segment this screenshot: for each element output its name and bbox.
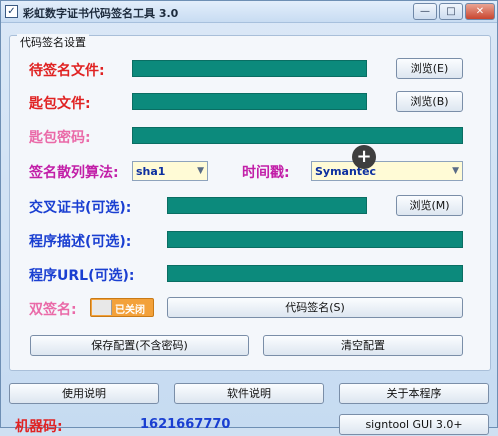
timestamp-select[interactable]: Symantec ▼ [311,161,463,181]
usage-button[interactable]: 使用说明 [9,383,159,404]
browse-cert-button[interactable]: 浏览(M) [396,195,463,216]
app-checkbox-icon: ✓ [5,5,18,18]
window-title: 彩虹数字证书代码签名工具 3.0 [23,7,179,20]
clear-config-button[interactable]: 清空配置 [263,335,463,356]
group-title: 代码签名设置 [17,34,89,50]
pending-file-input[interactable] [132,60,367,77]
cross-cert-label: 交叉证书(可选): [29,200,132,216]
toggle-state: 已关闭 [115,305,145,316]
key-file-input[interactable] [132,93,367,110]
browse-file-button[interactable]: 浏览(E) [396,58,463,79]
pending-file-label: 待签名文件: [29,63,105,79]
hash-algorithm-value: sha1 [136,165,166,178]
software-info-button[interactable]: 软件说明 [174,383,324,404]
minimize-button[interactable]: — [413,3,437,20]
code-sign-button[interactable]: 代码签名(S) [167,297,463,318]
description-label: 程序描述(可选): [29,234,132,250]
hash-algorithm-label: 签名散列算法: [29,165,119,181]
dual-sign-label: 双签名: [29,302,77,318]
toggle-knob [92,300,112,315]
maximize-button[interactable]: □ [439,3,463,20]
timestamp-label: 时间戳: [242,165,290,181]
url-input[interactable] [167,265,463,282]
key-password-input[interactable] [132,127,463,144]
machine-code-value: 1621667770 [140,417,231,432]
machine-code-label: 机器码: [15,419,63,435]
title-bar: ✓ 彩虹数字证书代码签名工具 3.0 — □ ✕ [1,1,497,23]
chevron-down-icon: ▼ [197,166,204,176]
cursor-plus-icon: + [352,145,376,169]
app-window: ✓ 彩虹数字证书代码签名工具 3.0 — □ ✕ 代码签名设置 待签名文件: 浏… [0,0,498,435]
description-input[interactable] [167,231,463,248]
cross-cert-input[interactable] [167,197,367,214]
key-file-label: 匙包文件: [29,96,91,112]
close-button[interactable]: ✕ [465,3,495,20]
signtool-button[interactable]: signtool GUI 3.0+ [339,414,489,435]
url-label: 程序URL(可选): [29,268,135,284]
browse-key-button[interactable]: 浏览(B) [396,91,463,112]
about-button[interactable]: 关于本程序 [339,383,489,404]
key-password-label: 匙包密码: [29,130,91,146]
chevron-down-icon: ▼ [452,166,459,176]
save-config-button[interactable]: 保存配置(不含密码) [30,335,249,356]
hash-algorithm-select[interactable]: sha1 ▼ [132,161,208,181]
dual-sign-toggle[interactable]: 已关闭 [90,298,154,317]
